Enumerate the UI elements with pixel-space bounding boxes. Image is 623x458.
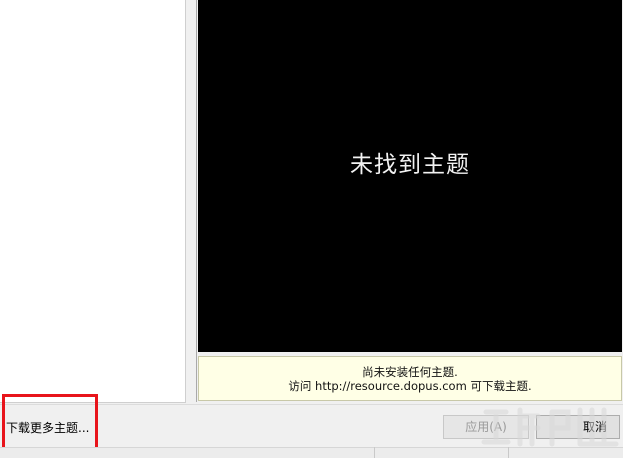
- theme-list[interactable]: [0, 0, 186, 403]
- bottom-separator: [374, 447, 375, 458]
- theme-preview: 未找到主题: [198, 0, 622, 352]
- bottom-separator: [508, 447, 509, 458]
- apply-button[interactable]: 应用(A): [443, 415, 529, 439]
- highlight-box: [2, 394, 98, 452]
- preview-title: 未找到主题: [350, 152, 470, 178]
- window-bottom-edge: [0, 447, 623, 458]
- cancel-button[interactable]: 取消: [536, 415, 620, 439]
- info-line-1: 尚未安装任何主题.: [362, 365, 458, 379]
- info-line-2: 访问 http://resource.dopus.com 可下载主题.: [288, 379, 532, 393]
- info-box: 尚未安装任何主题. 访问 http://resource.dopus.com 可…: [198, 356, 622, 401]
